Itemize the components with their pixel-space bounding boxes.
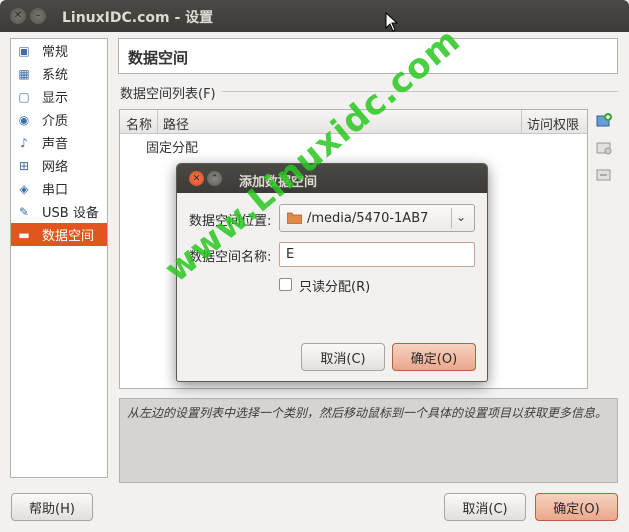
remove-shared-folder-icon[interactable]	[595, 166, 613, 184]
read-only-checkbox[interactable]	[279, 278, 292, 291]
folder-name-label: 数据空间名称:	[189, 250, 272, 265]
sidebar-item-system[interactable]: ▦ 系统	[11, 62, 107, 85]
folder-icon: ▬	[18, 227, 30, 242]
minimize-icon[interactable]: ⌃	[207, 171, 222, 186]
sidebar-item-display[interactable]: ▢ 显示	[11, 85, 107, 108]
minimize-icon[interactable]: –	[30, 8, 46, 24]
info-panel: 从左边的设置列表中选择一个类别，然后移动鼠标到一个具体的设置项目以获取更多信息。	[119, 398, 618, 483]
folder-icon	[287, 212, 302, 224]
column-header-access[interactable]: 访问权限	[527, 114, 579, 133]
folder-name-input[interactable]	[279, 242, 475, 267]
dialog-title: 添加数据空间	[239, 175, 318, 190]
info-text: 从左边的设置列表中选择一个类别，然后移动鼠标到一个具体的设置项目以获取更多信息。	[127, 406, 608, 420]
sidebar-item-label: 系统	[42, 68, 69, 83]
display-icon: ▢	[18, 89, 30, 104]
dialog-titlebar: ✕ ⌃ 添加数据空间	[177, 164, 487, 193]
usb-icon: ✎	[18, 204, 30, 219]
sidebar-item-label: 常规	[42, 45, 69, 60]
combo-divider	[451, 208, 452, 228]
chevron-down-icon[interactable]: ⌄	[456, 210, 466, 224]
sidebar-item-label: 串口	[42, 183, 69, 198]
add-shared-folder-dialog: ✕ ⌃ 添加数据空间 数据空间位置: /media/5470-1AB7 ⌄ 数据…	[176, 163, 488, 382]
section-divider	[222, 91, 618, 92]
settings-category-list: ▣ 常规 ▦ 系统 ▢ 显示 ◉ 介质 ♪ 声音 ⊞ 网络 ◈ 串口 ✎ USB…	[10, 38, 108, 478]
sidebar-item-audio[interactable]: ♪ 声音	[11, 131, 107, 154]
chip-icon: ▦	[18, 66, 30, 81]
column-header-name[interactable]: 名称	[126, 114, 152, 133]
sidebar-item-usb[interactable]: ✎ USB 设备	[11, 200, 107, 223]
sidebar-item-label: 数据空间	[42, 229, 95, 244]
window-title: LinuxIDC.com - 设置	[62, 10, 214, 26]
sidebar-item-storage[interactable]: ◉ 介质	[11, 108, 107, 131]
add-shared-folder-icon[interactable]	[595, 112, 613, 130]
column-header-path[interactable]: 路径	[163, 114, 189, 133]
dialog-ok-button[interactable]: 确定(O)	[392, 343, 476, 371]
edit-shared-folder-icon[interactable]	[595, 139, 613, 157]
folder-path-value: /media/5470-1AB7	[307, 211, 429, 226]
sidebar-item-label: 介质	[42, 114, 69, 129]
sidebar-item-network[interactable]: ⊞ 网络	[11, 154, 107, 177]
page-title: 数据空间	[128, 49, 189, 67]
page-header: 数据空间	[118, 38, 618, 74]
mouse-cursor-icon	[385, 12, 399, 32]
serial-port-icon: ◈	[19, 181, 29, 196]
column-divider	[157, 110, 158, 134]
sidebar-item-label: 显示	[42, 91, 69, 106]
folder-path-select[interactable]: /media/5470-1AB7 ⌄	[279, 204, 475, 232]
window-titlebar: ✕ – LinuxIDC.com - 设置	[0, 0, 629, 32]
dialog-cancel-button[interactable]: 取消(C)	[301, 343, 385, 371]
help-button[interactable]: 帮助(H)	[11, 493, 93, 521]
table-group-row[interactable]: 固定分配	[146, 137, 198, 156]
ok-button[interactable]: 确定(O)	[535, 493, 618, 521]
monitor-icon: ▣	[18, 43, 30, 58]
sidebar-item-label: 网络	[42, 160, 69, 175]
read-only-label[interactable]: 只读分配(R)	[299, 276, 370, 295]
close-icon[interactable]: ✕	[189, 171, 204, 186]
close-icon[interactable]: ✕	[10, 8, 26, 24]
shared-folders-list-label: 数据空间列表(F)	[120, 87, 216, 102]
sidebar-item-general[interactable]: ▣ 常规	[11, 39, 107, 62]
table-header: 名称 路径 访问权限	[120, 110, 587, 134]
cancel-button[interactable]: 取消(C)	[444, 493, 526, 521]
column-divider	[521, 110, 522, 134]
disc-icon: ◉	[18, 112, 30, 127]
speaker-icon: ♪	[20, 135, 28, 150]
network-icon: ⊞	[18, 158, 30, 173]
sidebar-item-label: 声音	[42, 137, 69, 152]
sidebar-item-shared-folders[interactable]: ▬ 数据空间	[11, 223, 107, 246]
table-toolbar	[595, 112, 615, 193]
sidebar-item-label: USB 设备	[42, 206, 99, 221]
folder-path-label: 数据空间位置:	[189, 214, 272, 229]
sidebar-item-serial-ports[interactable]: ◈ 串口	[11, 177, 107, 200]
